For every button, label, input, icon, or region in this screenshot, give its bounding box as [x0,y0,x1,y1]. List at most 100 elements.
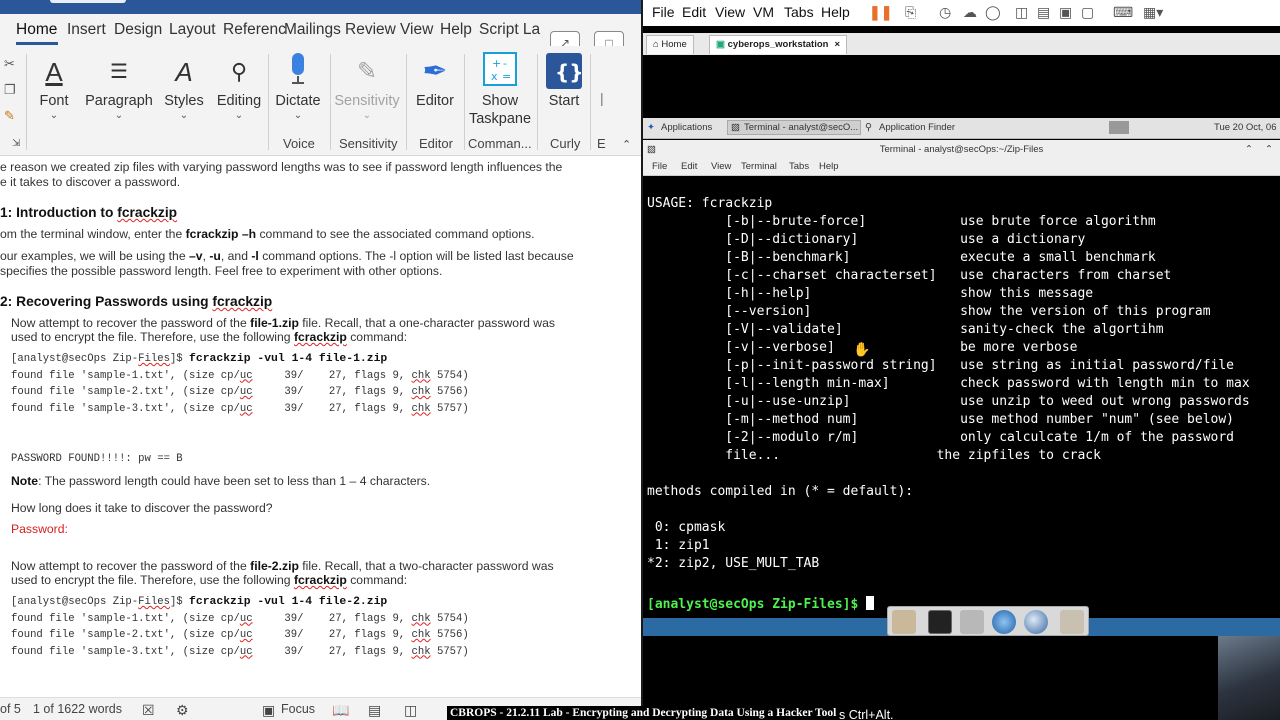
fullscreen-icon[interactable]: ▣ [1059,4,1072,21]
group-separator [330,54,331,150]
svg-text:-: - [503,57,507,70]
code-output: 5754) [430,369,469,382]
heading-introduction: 1: Introduction to fcrackzip [0,205,177,220]
app-finder-icon[interactable] [1024,610,1048,634]
ribbon-overflow-icon[interactable]: | [600,90,604,106]
svg-text:{}: {} [555,60,583,84]
paragraph-file2: Now attempt to recover the password of t… [11,559,554,574]
tab-help[interactable]: Help [440,21,472,39]
collapse-ribbon-icon[interactable]: ⌃ [622,138,631,151]
console-view-icon[interactable]: ⌨ [1113,4,1133,21]
send-keys-icon[interactable]: ⎘ [905,4,916,21]
tab-home[interactable]: Home [16,21,57,39]
webcam-overlay [1218,636,1280,720]
dictate-label: Dictate [275,93,321,109]
snapshot-manager-icon[interactable]: ◯ [985,4,1001,21]
applications-icon[interactable]: ✦ [647,122,655,133]
word-title-strip [0,0,641,14]
revert-snapshot-icon[interactable]: ☁ [963,4,977,21]
tab-insert[interactable]: Insert [67,21,106,39]
page-count[interactable]: of 5 [0,702,21,716]
font-button[interactable]: A Font ⌄ [30,52,78,122]
terminal-menu-view[interactable]: View [711,161,731,172]
print-layout-icon[interactable]: ▤ [368,702,381,719]
code-output: chk [411,612,431,625]
unity-icon[interactable]: ▢ [1081,4,1094,21]
copy-icon[interactable]: ❐ [4,82,16,98]
terminal-line: [-h|--help] show this message [647,286,1094,301]
stretch-view-icon[interactable]: ▦▾ [1143,4,1163,21]
terminal-window-icon: ▧ [647,144,656,155]
code-output: 5754) [430,612,469,625]
show-taskpane-button[interactable]: + - x = Show Taskpane [468,52,532,128]
maximize-icon[interactable]: ⌃ [1265,140,1273,159]
cut-icon[interactable]: ✂ [4,56,15,72]
vm-tab-workstation[interactable]: ▣ cyberops_workstation × [709,35,848,54]
terminal-menu-terminal[interactable]: Terminal [741,161,777,172]
vm-menu-tabs[interactable]: Tabs [784,4,814,20]
terminal-menu-file[interactable]: File [652,161,667,172]
workspace-switcher[interactable] [1109,121,1129,134]
file-manager-icon[interactable] [960,610,984,634]
terminal-menu-tabs[interactable]: Tabs [789,161,809,172]
snapshot-icon[interactable]: ◷ [939,4,951,21]
sensitivity-icon: ✎ [356,58,378,85]
editor-button[interactable]: ✒ Editor [410,52,460,110]
folder-icon[interactable] [1060,610,1084,634]
format-painter-icon[interactable]: ✎ [4,108,15,124]
focus-icon[interactable]: ▣ [262,702,275,719]
minimize-icon[interactable]: ⌃ [1245,140,1253,159]
password-answer-label[interactable]: Password: [11,522,68,537]
thumbnail-icon[interactable]: ▤ [1037,4,1050,21]
code-output: uc [239,386,253,398]
code-prompt: [analyst@secOps Zip- [11,353,139,365]
vm-menu-view[interactable]: View [715,4,745,20]
clipboard-launcher-icon[interactable]: ⇲ [12,138,20,149]
show-desktop-icon[interactable] [892,610,916,634]
paragraph-button[interactable]: ☰ Paragraph ⌄ [84,52,154,122]
tab-design[interactable]: Design [114,21,162,39]
tab-view[interactable]: View [400,21,433,39]
start-button[interactable]: {} Start [541,52,587,110]
terminal-line: [-D|--dictionary] use a dictionary [647,232,1086,247]
styles-button[interactable]: A Styles ⌄ [162,52,206,122]
terminal-menu-edit[interactable]: Edit [681,161,697,172]
tab-script-lab[interactable]: Script La [479,21,540,39]
applications-menu[interactable]: Applications [661,122,712,133]
vm-menu-vm[interactable]: VM [753,4,774,20]
vm-menu-help[interactable]: Help [821,4,850,20]
text-run: command: [346,330,408,344]
terminal-launcher-icon[interactable] [928,610,952,634]
tab-references[interactable]: Referenc [223,21,286,39]
code-output: chk [411,369,431,382]
close-icon[interactable]: × [834,39,840,50]
vm-tab-home[interactable]: ⌂ Home [646,35,694,54]
read-mode-icon[interactable]: 📖 [332,702,349,719]
code-output: 39/ 27, flags 9, [252,645,412,658]
web-browser-icon[interactable] [992,610,1016,634]
terminal-output[interactable]: USAGE: fcrackzip [-b|--brute-force] use … [643,177,1280,615]
focus-button[interactable]: Focus [281,702,315,716]
text-run: command to see the associated command op… [256,227,535,241]
tab-layout[interactable]: Layout [169,21,216,39]
document-body[interactable]: e reason we created zip files with varyi… [0,157,641,697]
word-count[interactable]: 1 of 1622 words [33,702,122,716]
proofing-icon[interactable]: ☒ [142,702,155,719]
dictate-button[interactable]: Dictate ⌄ [272,52,324,122]
option-u: -u [209,249,221,263]
editing-button[interactable]: ⚲ Editing ⌄ [214,52,264,122]
accessibility-icon[interactable]: ⚙ [176,702,189,719]
pause-icon[interactable]: ❚❚ [869,4,892,21]
terminal-menu-help[interactable]: Help [819,161,839,172]
vm-menu-edit[interactable]: Edit [682,4,706,20]
tab-mailings[interactable]: Mailings [284,21,341,39]
terminal-prompt-line[interactable]: [analyst@secOps Zip-Files]$ [647,596,875,614]
taskbar-app-finder[interactable]: Application Finder [879,122,955,133]
paragraph-icon: ☰ [110,61,128,83]
sensitivity-button[interactable]: ✎ Sensitivity ⌄ [334,52,400,122]
vm-menu-file[interactable]: File [652,4,675,20]
video-caption: CBROPS - 21.2.11 Lab - Encrypting and De… [447,706,840,720]
tab-review[interactable]: Review [345,21,396,39]
web-layout-icon[interactable]: ◫ [404,702,417,719]
sidebar-toggle-icon[interactable]: ◫ [1015,4,1028,21]
